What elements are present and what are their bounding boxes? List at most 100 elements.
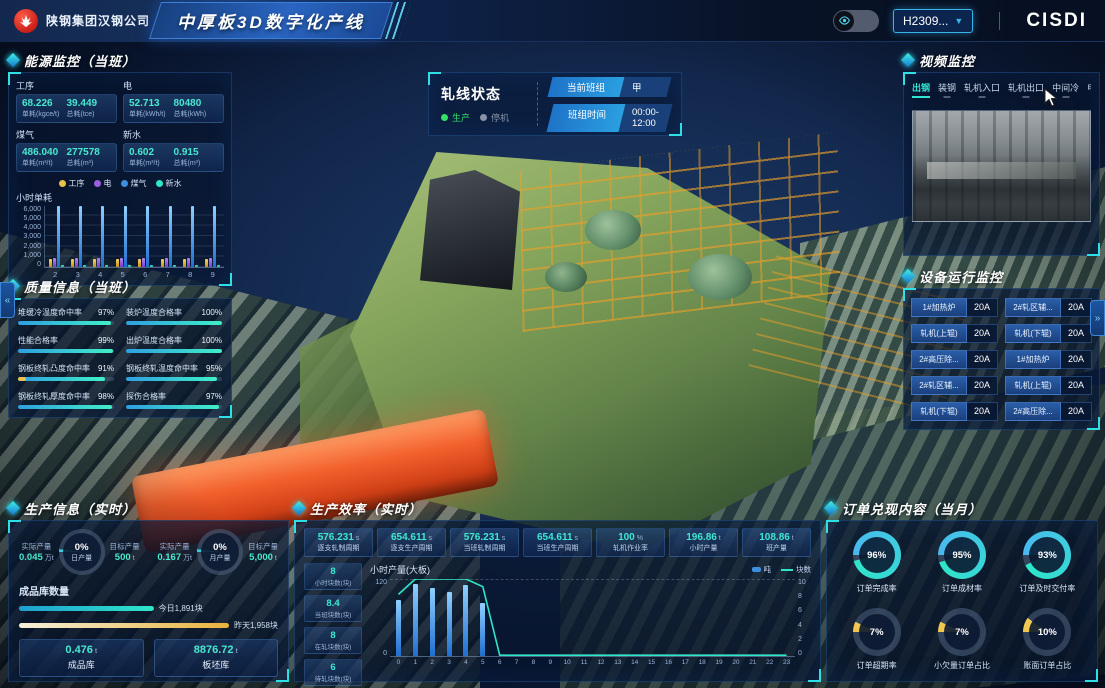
diamond-icon xyxy=(901,53,915,67)
energy-metric-value: 39.449 xyxy=(67,98,112,109)
panel-collapse-handle-right[interactable]: » xyxy=(1090,300,1105,336)
equipment-cell[interactable]: 1#加热炉20A xyxy=(911,298,998,317)
dashboard: 陕钢集团汉钢公司 中厚板3D数字化产线 H2309... ▼ CISDI 能源监… xyxy=(0,0,1105,688)
order-gauge: 96%订单完成率 xyxy=(837,527,916,598)
quality-item-row: 出炉温度合格率100% xyxy=(126,335,222,346)
quality-item-label: 探伤合格率 xyxy=(126,391,166,402)
diamond-icon xyxy=(824,501,838,515)
axis-tick: 18 xyxy=(694,659,711,666)
header-bar: 陕钢集团汉钢公司 中厚板3D数字化产线 H2309... ▼ CISDI xyxy=(0,0,1105,42)
quality-item: 堆缓冷温度命中率97% xyxy=(18,307,114,325)
ring-percent: 93% xyxy=(1038,550,1057,561)
axis-tick: 14 xyxy=(626,659,643,666)
status-legend-item: 生产 xyxy=(441,111,470,124)
legend-item: 新水 xyxy=(156,178,182,189)
warehouse-unit: t xyxy=(234,646,238,655)
company-name: 陕钢集团汉钢公司 xyxy=(46,12,150,29)
energy-metric-label: 总耗(m³) xyxy=(174,158,219,168)
equipment-cell[interactable]: 轧机(下辊)20A xyxy=(911,402,998,421)
axis-tick: 6,000 xyxy=(16,206,41,213)
equipment-cell[interactable]: 2#轧区辅...20A xyxy=(1005,298,1092,317)
metric-value: 108.86 t xyxy=(743,532,810,543)
equipment-cell[interactable]: 轧机(下辊)20A xyxy=(1005,324,1092,343)
bar xyxy=(97,258,100,267)
visibility-toggle[interactable] xyxy=(833,10,879,32)
metric-unit: s xyxy=(500,535,505,542)
actual-output: 实际产量0.167 万t xyxy=(157,541,192,563)
shift-row-value: 甲 xyxy=(620,77,672,97)
equipment-cell[interactable]: 2#高压除...20A xyxy=(1005,402,1092,421)
bar-group xyxy=(49,206,64,267)
heat-number-value: H2309... xyxy=(903,14,948,28)
hourly-output-legend: 吨块数 xyxy=(752,564,812,575)
equipment-cell[interactable]: 轧机(上辊)20A xyxy=(1005,376,1092,395)
diamond-icon xyxy=(6,53,20,67)
actual-output-unit: 万t xyxy=(181,555,192,562)
metric-unit: s xyxy=(354,535,359,542)
energy-legend: 工序电煤气新水 xyxy=(16,178,224,189)
bar-legend-icon xyxy=(752,567,761,572)
bar xyxy=(49,259,52,267)
bar-group xyxy=(116,206,131,267)
order-gauge: 95%订单成材率 xyxy=(922,527,1001,598)
equipment-grid: 1#加热炉20A 2#轧区辅...20A 轧机(上辊)20A 轧机(下辊)20A 2#高… xyxy=(911,298,1092,421)
energy-metric-label: 总耗(m³) xyxy=(67,158,112,168)
equipment-name: 1#加热炉 xyxy=(911,298,967,317)
progress-fill xyxy=(18,349,113,353)
video-tab-轧机出口[interactable]: 轧机出口 xyxy=(1008,81,1044,98)
actual-output: 实际产量0.045 万t xyxy=(19,541,54,563)
bar xyxy=(191,206,194,267)
video-tab-轧机入口[interactable]: 轧机入口 xyxy=(964,81,1000,98)
ring-label: 日产量 xyxy=(71,553,92,563)
equipment-name: 轧机(上辊) xyxy=(1005,376,1061,395)
heat-number-dropdown[interactable]: H2309... ▼ xyxy=(893,9,973,33)
line-legend-icon xyxy=(781,569,793,571)
axis-tick: 3 xyxy=(441,659,458,666)
energy-groups: 工序68.226单耗(kgce/t)39.449总耗(tce)电52.713单耗… xyxy=(16,79,224,172)
quality-item: 出炉温度合格率100% xyxy=(126,335,222,353)
order-gauge: 93% 订单及时交付率 xyxy=(1008,527,1087,598)
axis-tick: 15 xyxy=(643,659,660,666)
ring-percent: 7% xyxy=(870,627,884,638)
camera-feed[interactable] xyxy=(912,110,1091,222)
quality-item-value: 98% xyxy=(98,392,114,401)
energy-group-box: 486.040单耗(m³/t)277578总耗(m³) xyxy=(16,143,117,172)
actual-output-label: 实际产量 xyxy=(157,541,192,552)
equipment-name: 轧机(上辊) xyxy=(911,324,967,343)
equipment-cell[interactable]: 1#加热炉20A xyxy=(1005,350,1092,369)
video-tab-电加热[interactable]: 电加热 xyxy=(1087,81,1091,98)
legend-label: 煤气 xyxy=(131,178,147,189)
bar xyxy=(150,265,153,267)
energy-metric: 277578总耗(m³) xyxy=(67,147,112,168)
equipment-cell[interactable]: 轧机(上辊)20A xyxy=(911,324,998,343)
order-gauge-label: 订单超期率 xyxy=(857,660,897,671)
equipment-name: 2#轧区辅... xyxy=(1005,298,1061,317)
panel-collapse-handle-left[interactable]: « xyxy=(0,282,15,318)
donut-gauge: 10% xyxy=(1023,608,1071,656)
axis-tick: 5,000 xyxy=(16,215,41,222)
metric-unit: % xyxy=(635,535,643,542)
quality-item-label: 装炉温度合格率 xyxy=(126,307,182,318)
equipment-cell[interactable]: 2#高压除...20A xyxy=(911,350,998,369)
bar xyxy=(205,259,208,267)
energy-metric: 39.449总耗(tce) xyxy=(67,98,112,119)
quality-items: 堆缓冷温度命中率97%装炉温度合格率100%性能合格率99%出炉温度合格率100… xyxy=(18,307,222,409)
quality-item-label: 堆缓冷温度命中率 xyxy=(18,307,82,318)
progress-track xyxy=(126,405,222,409)
bar xyxy=(120,258,123,267)
equipment-cell[interactable]: 2#轧区辅...20A xyxy=(911,376,998,395)
progress-fill xyxy=(18,377,105,381)
order-gauge-label: 订单及时交付率 xyxy=(1019,583,1075,594)
ring-center: 7% xyxy=(944,614,980,650)
shift-row-label: 班组时间 xyxy=(547,104,626,132)
target-output-unit: t xyxy=(131,555,135,562)
video-tab-装钢[interactable]: 装钢 xyxy=(938,81,956,98)
video-tab-出钢[interactable]: 出钢 xyxy=(912,81,930,98)
stock-bar-caption: 昨天1,958块 xyxy=(234,620,278,631)
efficiency-metric: 576.231 s逐支轧制周期 xyxy=(304,528,373,557)
legend-label: 新水 xyxy=(166,178,182,189)
bar-group xyxy=(138,206,153,267)
quality-item-row: 钢板终轧凸度命中率91% xyxy=(18,363,114,374)
quality-panel-title: 质量信息（当班） xyxy=(24,277,136,296)
metric-label: 小时产量 xyxy=(670,543,737,553)
